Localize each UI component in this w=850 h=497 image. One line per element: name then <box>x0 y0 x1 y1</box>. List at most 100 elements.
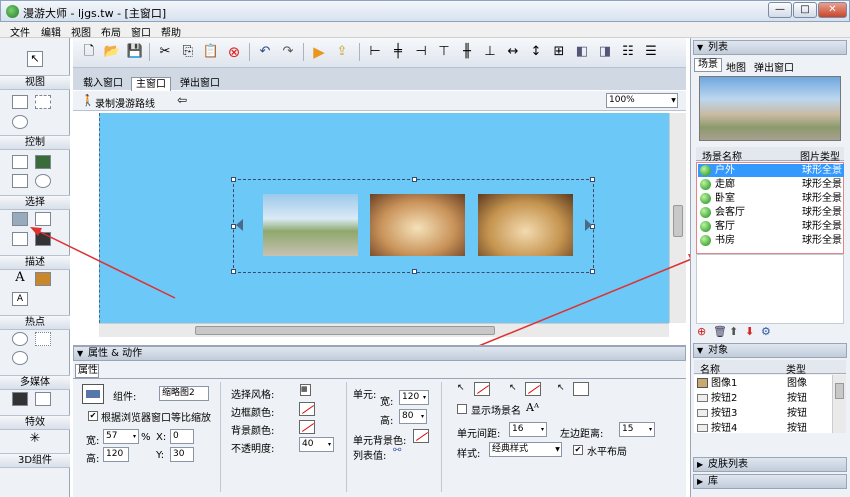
cell-width-input[interactable]: 120 ▾ <box>399 390 429 405</box>
library-header[interactable]: ▶ 库 <box>693 474 847 489</box>
collapse-icon: ▼ <box>697 43 704 52</box>
scene-type: 球形全景 <box>802 221 842 232</box>
bg-color-label: 背景颜色: <box>231 426 275 437</box>
spinner-icon[interactable]: ▾ <box>421 391 428 404</box>
object-name: 按钮3 <box>711 408 738 419</box>
list-value-label: 列表值: <box>353 451 387 462</box>
hover-color-swatch[interactable] <box>525 382 541 396</box>
scene-row[interactable]: 会客厅 球形全景 <box>698 206 844 219</box>
show-scene-name-checkbox[interactable] <box>457 404 467 414</box>
tab-properties[interactable]: 属性 <box>75 364 99 378</box>
spinner-icon[interactable]: ▾ <box>647 423 654 436</box>
object-row[interactable]: 按钮3 按钮 <box>695 407 841 420</box>
scene-row[interactable]: 客厅 球形全景 <box>698 220 844 233</box>
tab-scenes[interactable]: 场景 <box>694 58 722 72</box>
scene-row[interactable]: 户外 球形全景 <box>698 164 844 177</box>
scene-list-empty-area <box>696 254 844 324</box>
object-type: 按钮 <box>787 393 807 404</box>
delete-scene-icon[interactable]: 🗑 <box>713 325 727 338</box>
border-color-swatch[interactable] <box>299 402 315 416</box>
tab-map[interactable]: 地图 <box>726 59 746 74</box>
move-up-icon[interactable]: ⬆ <box>729 325 738 338</box>
x-input[interactable]: 0 <box>170 429 194 444</box>
scene-row[interactable]: 走廊 球形全景 <box>698 178 844 191</box>
scene-settings-icon[interactable]: ⚙ <box>761 325 771 338</box>
skin-list-header[interactable]: ▶ 皮肤列表 <box>693 457 847 472</box>
object-name: 按钮2 <box>711 393 738 404</box>
object-type: 按钮 <box>787 408 807 419</box>
height-label: 高: <box>86 454 100 465</box>
objects-title: 对象 <box>708 345 728 356</box>
object-type: 按钮 <box>787 423 807 432</box>
cell-spacing-label: 单元间距: <box>457 429 501 440</box>
button-object-icon <box>697 424 708 432</box>
cursor-normal-icon: ↖ <box>457 383 465 393</box>
object-row[interactable]: 按钮2 按钮 <box>695 392 841 405</box>
width-input[interactable]: 57 ▾ <box>103 429 139 444</box>
cell-width-label: 宽: <box>380 397 394 408</box>
pressed-color-swatch[interactable] <box>573 382 589 396</box>
column-object-name[interactable]: 名称 <box>700 361 720 376</box>
objects-list: 图像1 图像 按钮2 按钮 按钮3 按钮 按钮4 按钮 <box>694 375 832 433</box>
right-panel: ▼ 列表 场景 地图 弹出窗口 场景名称 图片类型 户外 球形全景 走廊 球形全景 … <box>690 38 850 497</box>
button-object-icon <box>697 394 708 402</box>
properties-panel: ▼ 属性 & 动作 属性 组件: 缩略图2 ✔ 根据浏览器窗口等比缩放 宽: 5… <box>73 345 686 497</box>
horizontal-layout-label: 水平布局 <box>587 447 627 458</box>
scene-name: 会客厅 <box>715 207 745 218</box>
style-select[interactable]: 经典样式 ▼ <box>489 442 562 457</box>
cell-width-value: 120 <box>402 392 420 402</box>
scene-row[interactable]: 卧室 球形全景 <box>698 192 844 205</box>
scene-type: 球形全景 <box>802 165 842 176</box>
tab-popup[interactable]: 弹出窗口 <box>754 59 794 74</box>
component-name-input[interactable]: 缩略图2 <box>159 386 209 401</box>
component-type-icon <box>82 384 104 404</box>
height-input[interactable]: 120 <box>103 447 129 462</box>
properties-header[interactable]: ▼ 属性 & 动作 <box>73 346 686 361</box>
scene-name: 户外 <box>715 165 735 176</box>
scale-checkbox[interactable]: ✔ <box>88 411 98 421</box>
horizontal-layout-checkbox[interactable]: ✔ <box>573 445 583 455</box>
list-panel-header[interactable]: ▼ 列表 <box>693 40 847 55</box>
objects-panel-header[interactable]: ▼ 对象 <box>693 343 847 358</box>
scene-type: 球形全景 <box>802 193 842 204</box>
component-label: 组件: <box>113 392 137 403</box>
column-object-type[interactable]: 类型 <box>786 361 806 376</box>
cell-spacing-input[interactable]: 16 ▾ <box>509 422 547 437</box>
properties-title: 属性 & 动作 <box>88 348 143 359</box>
add-scene-icon[interactable]: ⊕ <box>697 325 706 338</box>
width-label: 宽: <box>86 436 100 447</box>
scale-checkbox-label: 根据浏览器窗口等比缩放 <box>101 413 211 424</box>
scene-row[interactable]: 书房 球形全景 <box>698 234 844 247</box>
bg-color-swatch[interactable] <box>299 420 315 434</box>
object-row[interactable]: 按钮4 按钮 <box>695 422 841 432</box>
opacity-input[interactable]: 40 ▾ <box>299 437 334 452</box>
spinner-icon[interactable]: ▾ <box>326 438 333 451</box>
column-image-type[interactable]: 图片类型 <box>800 148 840 163</box>
cell-height-input[interactable]: 80 ▾ <box>399 409 427 424</box>
font-style-icon[interactable]: Aᴬ <box>526 401 539 414</box>
object-row[interactable]: 图像1 图像 <box>695 377 841 390</box>
spinner-icon[interactable]: ▾ <box>419 410 426 423</box>
object-type: 图像 <box>787 378 807 389</box>
objects-scroll-thumb[interactable] <box>835 383 844 399</box>
objects-scrollbar[interactable] <box>832 375 846 433</box>
image-object-icon <box>697 378 708 388</box>
normal-color-swatch[interactable] <box>474 382 490 396</box>
move-down-icon[interactable]: ⬇ <box>745 325 754 338</box>
style-grid-icon[interactable]: ▦ <box>300 384 311 396</box>
chevron-down-icon: ▼ <box>555 446 560 453</box>
y-input[interactable]: 30 <box>170 447 194 462</box>
scene-type: 球形全景 <box>802 207 842 218</box>
left-margin-input[interactable]: 15 ▾ <box>619 422 655 437</box>
scene-name: 走廊 <box>715 179 735 190</box>
object-name: 按钮4 <box>711 423 738 432</box>
spinner-icon[interactable]: ▾ <box>539 423 546 436</box>
scene-name: 书房 <box>715 235 735 246</box>
cell-height-label: 高: <box>380 416 394 427</box>
cell-bg-swatch[interactable] <box>413 429 429 443</box>
column-scene-name[interactable]: 场景名称 <box>702 148 742 163</box>
cell-spacing-value: 16 <box>512 424 524 434</box>
link-icon[interactable]: ⚯ <box>393 445 401 456</box>
select-style-label: 选择风格: <box>231 390 275 401</box>
spinner-icon[interactable]: ▾ <box>131 430 138 443</box>
